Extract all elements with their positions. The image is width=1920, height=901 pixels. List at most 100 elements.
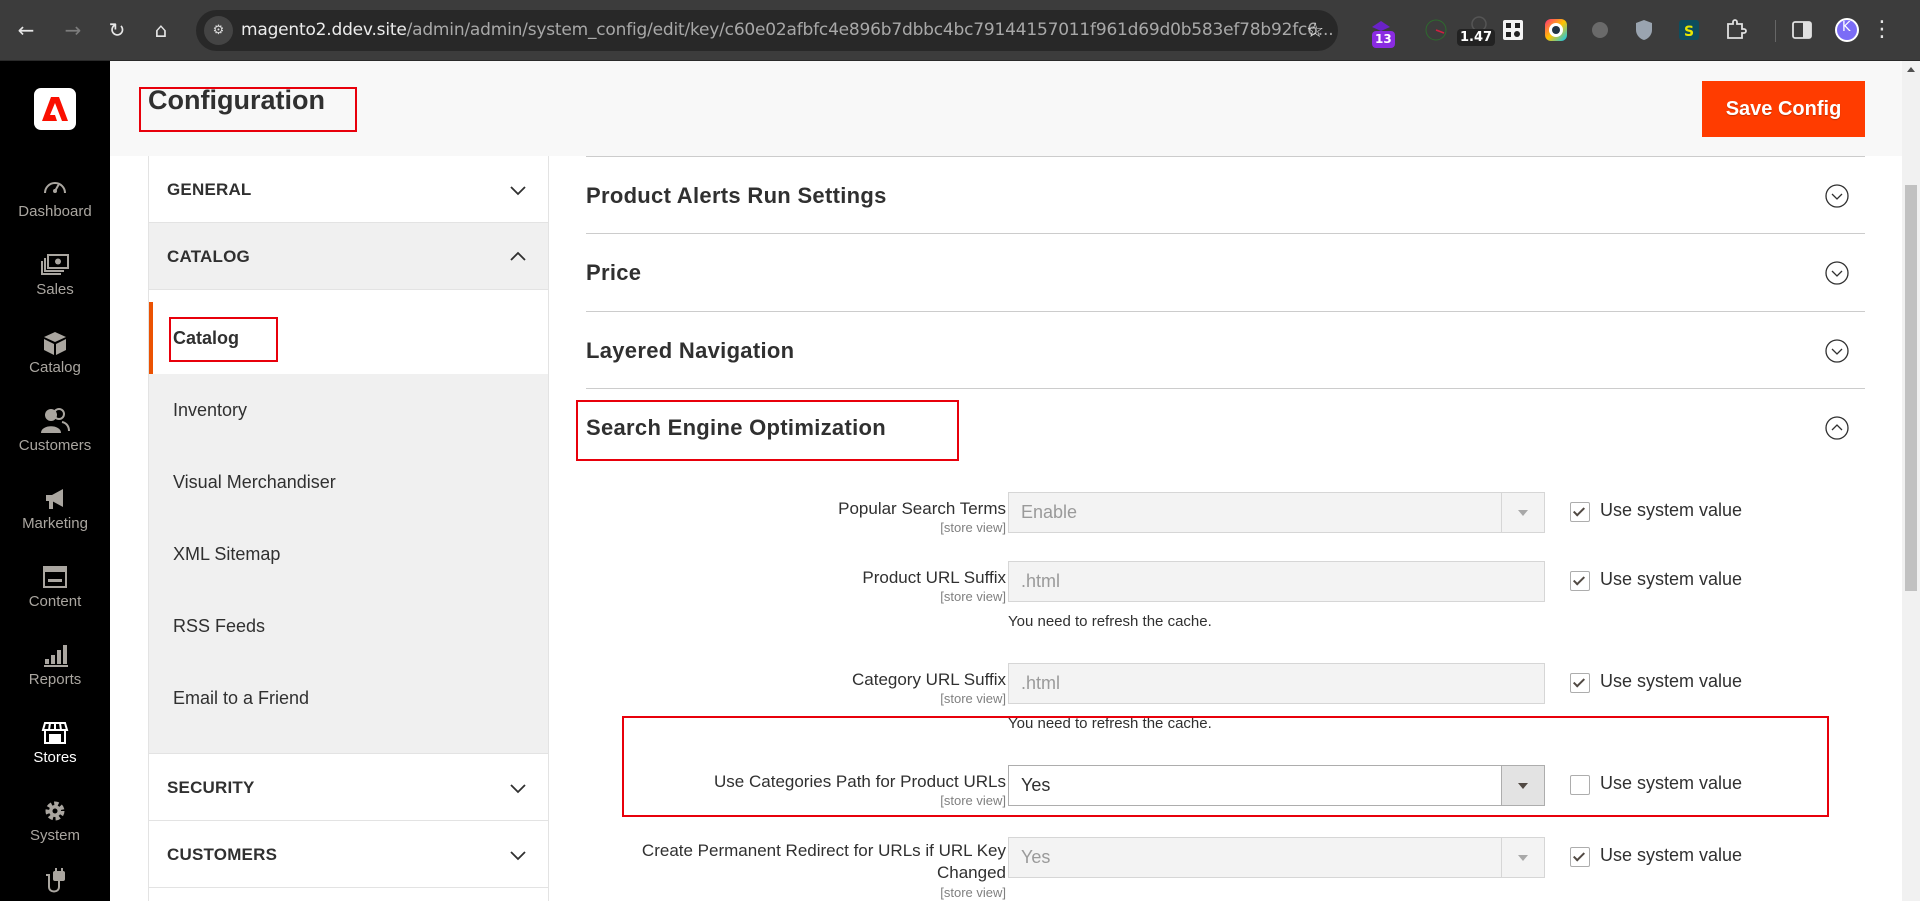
- checkbox-label: Use system value: [1600, 500, 1743, 520]
- field-note: You need to refresh the cache.: [1008, 613, 1212, 630]
- admin-sidebar: Dashboard Sales Catalog Customers Market…: [0, 61, 110, 901]
- tab-visual-merchandiser[interactable]: Visual Merchandiser: [149, 446, 548, 518]
- chevron-down-icon: [510, 186, 526, 196]
- nav-content[interactable]: Content: [0, 563, 110, 610]
- reports-icon: [44, 645, 68, 667]
- checkbox-label: Use system value: [1600, 845, 1743, 865]
- select-value: Yes: [1021, 847, 1051, 867]
- field-scope: [store view]: [940, 793, 1006, 808]
- field-label: Product URL Suffix: [862, 568, 1006, 587]
- nav-customers[interactable]: Customers: [0, 407, 110, 454]
- section-price[interactable]: Price: [586, 233, 1865, 310]
- stores-icon: [41, 722, 69, 744]
- tab-count-badge: 13: [1372, 31, 1395, 48]
- tab-catalog[interactable]: Catalog: [149, 302, 548, 374]
- save-config-button[interactable]: Save Config: [1702, 81, 1865, 137]
- svg-text:S: S: [1684, 24, 1694, 40]
- dropdown-button[interactable]: [1501, 766, 1544, 805]
- section-search-engine-optimization[interactable]: Search Engine Optimization: [586, 388, 1865, 465]
- nav-stores[interactable]: Stores: [0, 719, 110, 766]
- tab-group-title: CATALOG: [167, 247, 250, 266]
- tab-group-title: GENERAL: [167, 180, 252, 199]
- nav-system[interactable]: System: [0, 797, 110, 844]
- product-url-suffix-input[interactable]: .html: [1008, 561, 1545, 602]
- tab-label: RSS Feeds: [173, 616, 266, 636]
- bookmark-star-icon[interactable]: ☆: [1306, 10, 1324, 51]
- forward-button[interactable]: →: [59, 16, 87, 44]
- section-title: Product Alerts Run Settings: [586, 183, 887, 208]
- nav-dashboard[interactable]: Dashboard: [0, 173, 110, 220]
- tab-group-title: SECURITY: [167, 778, 255, 797]
- field-label: Create Permanent Redirect for URLs if UR…: [641, 841, 1006, 860]
- browser-menu-icon[interactable]: ⋮: [1868, 16, 1896, 44]
- tab-xml-sitemap[interactable]: XML Sitemap: [149, 518, 548, 590]
- popular-search-terms-select[interactable]: Enable: [1008, 492, 1545, 533]
- extensions-puzzle-icon[interactable]: [1722, 17, 1748, 43]
- use-categories-path-select[interactable]: Yes: [1008, 765, 1545, 806]
- marketing-icon: [46, 489, 63, 509]
- tab-group-general[interactable]: GENERAL: [149, 156, 548, 223]
- back-button[interactable]: ←: [12, 16, 40, 44]
- tab-inventory[interactable]: Inventory: [149, 374, 548, 446]
- scrollbar-thumb[interactable]: [1905, 185, 1917, 591]
- category-url-suffix-input[interactable]: .html: [1008, 663, 1545, 704]
- reload-button[interactable]: ↻: [103, 16, 131, 44]
- checkbox-checked[interactable]: [1570, 502, 1590, 522]
- profile-avatar[interactable]: K: [1834, 17, 1860, 43]
- sales-icon: [41, 254, 69, 275]
- tab-group-title: CUSTOMERS: [167, 845, 278, 864]
- section-title: Price: [586, 260, 642, 285]
- nav-label: Stores: [33, 749, 77, 766]
- url-path: /admin/admin/system_config/edit/key/c60e…: [406, 20, 1334, 40]
- input-value: .html: [1021, 571, 1061, 591]
- section-product-alerts-run-settings[interactable]: Product Alerts Run Settings: [586, 156, 1865, 233]
- nav-reports[interactable]: Reports: [0, 641, 110, 688]
- checkbox-checked[interactable]: [1570, 847, 1590, 867]
- tab-counter-extension-icon[interactable]: 13: [1368, 17, 1395, 48]
- tab-group-catalog[interactable]: CATALOG: [149, 223, 548, 290]
- scroll-up-arrow-icon[interactable]: [1907, 67, 1915, 72]
- checkbox-unchecked[interactable]: [1570, 775, 1590, 795]
- shield-extension-icon[interactable]: [1631, 17, 1657, 43]
- qr-code-extension-icon[interactable]: [1500, 17, 1526, 43]
- nav-sales[interactable]: Sales: [0, 251, 110, 298]
- tab-group-security[interactable]: SECURITY: [149, 754, 548, 821]
- tab-label: Catalog: [173, 328, 240, 348]
- checkbox-checked[interactable]: [1570, 673, 1590, 693]
- checkbox-checked[interactable]: [1570, 571, 1590, 591]
- tab-email-to-a-friend[interactable]: Email to a Friend: [149, 662, 548, 734]
- nav-label: Content: [28, 593, 82, 610]
- address-bar[interactable]: ⚙ magento2.ddev.site/admin/admin/system_…: [196, 10, 1338, 51]
- dropdown-button[interactable]: [1501, 838, 1544, 877]
- expand-circle-icon: [1825, 339, 1849, 363]
- url-text[interactable]: magento2.ddev.site/admin/admin/system_co…: [241, 10, 1334, 51]
- permanent-redirect-select[interactable]: Yes: [1008, 837, 1545, 878]
- color-picker-extension-icon[interactable]: [1543, 17, 1569, 43]
- field-label: Use Categories Path for Product URLs: [714, 772, 1006, 791]
- page-scrollbar[interactable]: [1902, 61, 1920, 901]
- toolbar-separator: [1775, 20, 1776, 42]
- clock-extension-icon[interactable]: [1423, 17, 1449, 43]
- ds-extension-icon[interactable]: S: [1676, 17, 1702, 43]
- side-panel-icon[interactable]: [1789, 17, 1815, 43]
- nav-extensions[interactable]: [0, 867, 110, 895]
- collapse-circle-icon: [1825, 416, 1849, 440]
- dropdown-button[interactable]: [1501, 493, 1544, 532]
- tab-rss-feeds[interactable]: RSS Feeds: [149, 590, 548, 662]
- nav-marketing[interactable]: Marketing: [0, 485, 110, 532]
- adobe-commerce-logo[interactable]: [34, 88, 76, 130]
- tab-label: Visual Merchandiser: [173, 472, 336, 492]
- site-info-icon[interactable]: ⚙: [204, 16, 233, 45]
- section-title: Layered Navigation: [586, 338, 795, 363]
- bug-extension-icon[interactable]: [1587, 17, 1613, 43]
- timer-extension-icon[interactable]: 1.47: [1455, 16, 1503, 46]
- checkbox-label: Use system value: [1600, 773, 1743, 793]
- page-header: Configuration Save Config: [110, 61, 1902, 156]
- nav-catalog[interactable]: Catalog: [0, 329, 110, 376]
- field-scope: [store view]: [940, 520, 1006, 535]
- home-button[interactable]: ⌂: [147, 16, 175, 44]
- tab-group-customers[interactable]: CUSTOMERS: [149, 821, 548, 888]
- field-scope: [store view]: [940, 691, 1006, 706]
- section-layered-navigation[interactable]: Layered Navigation: [586, 311, 1865, 388]
- checkbox-label: Use system value: [1600, 569, 1743, 589]
